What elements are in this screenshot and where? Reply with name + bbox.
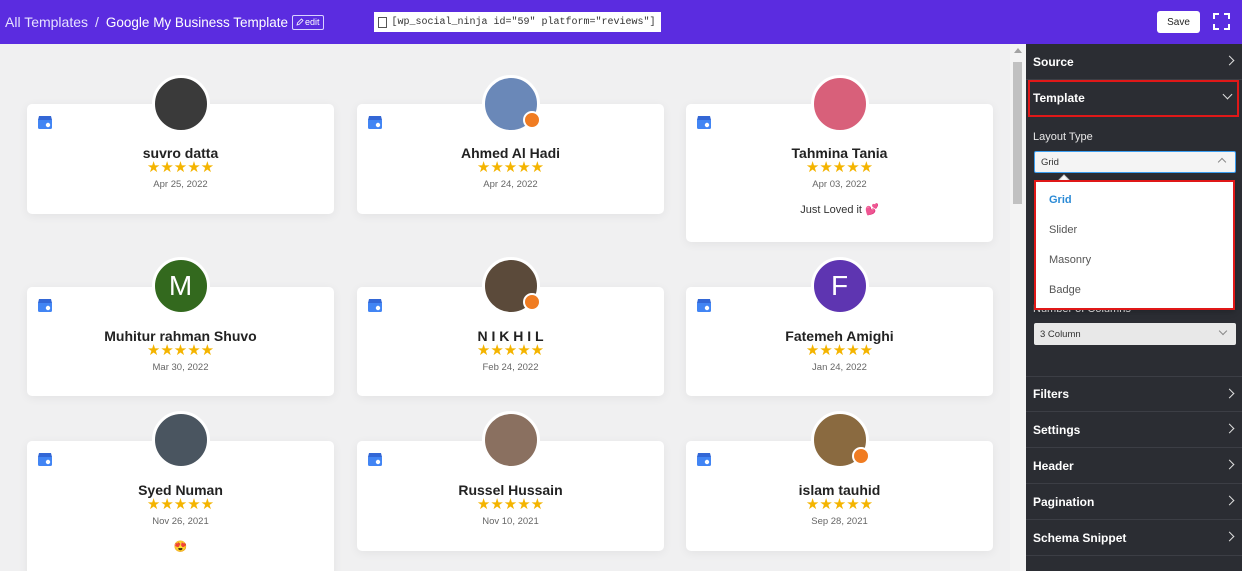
breadcrumb-all-templates[interactable]: All Templates xyxy=(5,14,88,30)
chevron-right-icon xyxy=(1224,459,1235,470)
scroll-up-arrow-icon[interactable] xyxy=(1014,48,1022,53)
chevron-right-icon xyxy=(1224,531,1235,542)
reviewer-avatar: F xyxy=(810,257,869,315)
reviewer-avatar: M xyxy=(151,257,210,315)
review-text: Just Loved it 💕 xyxy=(800,204,879,216)
layout-type-label: Layout Type xyxy=(1033,131,1093,143)
section-pagination-label: Pagination xyxy=(1033,494,1095,509)
layout-option-masonry[interactable]: Masonry xyxy=(1049,254,1091,266)
section-settings[interactable]: Settings xyxy=(1026,412,1242,448)
pencil-icon xyxy=(296,18,304,26)
preview-scrollbar[interactable] xyxy=(1010,44,1026,571)
layout-option-badge[interactable]: Badge xyxy=(1049,284,1081,296)
save-button[interactable]: Save xyxy=(1157,11,1200,33)
review-date: Apr 25, 2022 xyxy=(153,179,208,190)
shortcode-text: [wp_social_ninja id="59" platform="revie… xyxy=(391,16,656,28)
scroll-thumb[interactable] xyxy=(1013,62,1022,204)
section-pagination[interactable]: Pagination xyxy=(1026,484,1242,520)
layout-type-dropdown: Grid Slider Masonry Badge xyxy=(1034,180,1235,310)
columns-value: 3 Column xyxy=(1040,328,1081,340)
shortcode-box[interactable]: [wp_social_ninja id="59" platform="revie… xyxy=(373,12,661,32)
section-filters-label: Filters xyxy=(1033,387,1070,401)
star-rating: ★★★★★ xyxy=(805,342,874,359)
layout-option-slider[interactable]: Slider xyxy=(1049,224,1077,236)
edit-title-button[interactable]: edit xyxy=(292,14,324,30)
breadcrumb-separator: / xyxy=(95,14,99,30)
review-date: Mar 30, 2022 xyxy=(152,362,209,373)
page-title: Google My Business Template xyxy=(105,14,288,30)
star-rating: ★★★★★ xyxy=(146,159,215,176)
star-rating: ★★★★★ xyxy=(476,496,545,513)
local-guide-badge-icon xyxy=(522,111,541,129)
review-date: Apr 03, 2022 xyxy=(812,179,867,190)
review-date: Apr 24, 2022 xyxy=(483,179,538,190)
template-preview: suvro datta ★★★★★ Apr 25, 2022 Ahmed Al Had… xyxy=(0,44,1010,571)
top-bar: All Templates / Google My Business Templ… xyxy=(0,0,1242,44)
google-business-icon xyxy=(697,116,711,129)
columns-select[interactable]: 3 Column xyxy=(1034,323,1236,345)
reviewer-avatar xyxy=(810,75,869,133)
star-rating: ★★★★★ xyxy=(146,496,215,513)
reviewer-avatar xyxy=(151,75,210,133)
layout-type-select[interactable]: Grid xyxy=(1034,151,1236,173)
review-date: Feb 24, 2022 xyxy=(482,362,539,373)
review-text: 😍 xyxy=(173,541,188,553)
google-business-icon xyxy=(368,116,382,129)
review-date: Nov 10, 2021 xyxy=(482,516,539,527)
google-business-icon xyxy=(38,299,52,312)
google-business-icon xyxy=(368,453,382,466)
edit-label: edit xyxy=(305,16,320,27)
google-business-icon xyxy=(38,453,52,466)
review-date: Jan 24, 2022 xyxy=(812,362,867,373)
section-header[interactable]: Header xyxy=(1026,448,1242,484)
reviewer-avatar xyxy=(151,411,210,469)
chevron-right-icon xyxy=(1224,388,1235,399)
google-business-icon xyxy=(697,299,711,312)
google-business-icon xyxy=(38,116,52,129)
star-rating: ★★★★★ xyxy=(476,342,545,359)
google-business-icon xyxy=(368,299,382,312)
section-header-label: Header xyxy=(1033,458,1074,473)
section-filters[interactable]: Filters xyxy=(1026,376,1242,412)
section-schema-snippet[interactable]: Schema Snippet xyxy=(1026,520,1242,556)
chevron-right-icon xyxy=(1224,55,1235,66)
chevron-right-icon xyxy=(1224,495,1235,506)
fullscreen-icon[interactable] xyxy=(1213,13,1230,30)
star-rating: ★★★★★ xyxy=(805,496,874,513)
section-source[interactable]: Source xyxy=(1026,44,1242,80)
local-guide-badge-icon xyxy=(851,447,870,465)
section-source-label: Source xyxy=(1033,54,1074,69)
chevron-down-icon xyxy=(1218,326,1228,336)
layout-type-value: Grid xyxy=(1041,156,1059,168)
layout-option-grid[interactable]: Grid xyxy=(1049,194,1072,206)
google-business-icon xyxy=(697,453,711,466)
section-settings-label: Settings xyxy=(1033,422,1081,437)
star-rating: ★★★★★ xyxy=(805,159,874,176)
star-rating: ★★★★★ xyxy=(476,159,545,176)
review-date: Sep 28, 2021 xyxy=(811,516,868,527)
document-icon xyxy=(377,16,387,28)
review-date: Nov 26, 2021 xyxy=(152,516,209,527)
star-rating: ★★★★★ xyxy=(146,342,215,359)
local-guide-badge-icon xyxy=(522,293,541,311)
section-schema-snippet-label: Schema Snippet xyxy=(1033,530,1127,545)
reviewer-avatar xyxy=(481,411,540,469)
chevron-right-icon xyxy=(1224,423,1235,434)
template-highlight-box xyxy=(1028,80,1239,117)
chevron-up-icon xyxy=(1217,157,1227,167)
